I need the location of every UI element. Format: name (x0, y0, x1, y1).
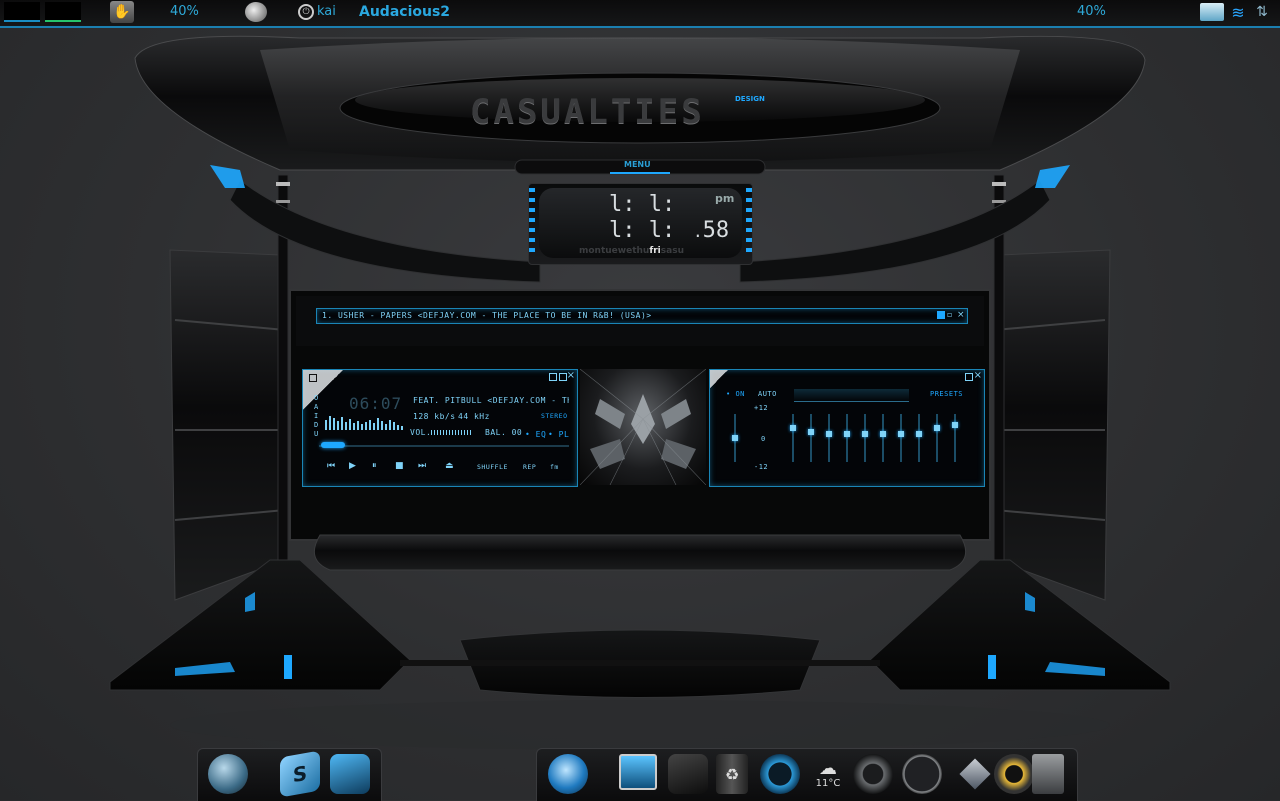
brand-subtitle: DESIGN (735, 95, 765, 103)
pause-icon[interactable]: ⏸ (372, 461, 377, 471)
menu-icon[interactable] (309, 374, 317, 382)
weather-icon[interactable]: ☁ 11°C (808, 754, 848, 794)
previous-icon[interactable]: ⏮ (327, 461, 335, 471)
eq-zero-label: 0 (761, 435, 766, 443)
photoshop-icon[interactable]: S (280, 750, 320, 798)
clock-icon[interactable] (902, 754, 942, 794)
eq-band-slider-3[interactable] (826, 414, 832, 462)
folder-dark-icon[interactable] (668, 754, 708, 794)
eq-band-slider-1-knob[interactable] (790, 425, 796, 431)
shuffle-button[interactable]: SHUFFLE (477, 463, 508, 471)
weather-temp: 11°C (815, 777, 841, 789)
eq-band-slider-4-knob[interactable] (844, 431, 850, 437)
seek-bar[interactable] (319, 445, 569, 447)
main-player-window: × OAIDU 06:07 FEAT. PITBULL <DEFJAY.COM … (302, 369, 578, 487)
eq-band-slider-2-knob[interactable] (808, 429, 814, 435)
fm-button[interactable]: fm (550, 463, 559, 471)
eq-band-slider-8[interactable] (916, 414, 922, 462)
clock-widget: l: l: pm l: l: .58 montuewethufrisasu (528, 183, 753, 265)
clock-ampm: pm (715, 192, 735, 205)
gauge-icon[interactable] (853, 754, 893, 794)
calculator-icon[interactable] (1032, 754, 1064, 794)
minimize-icon[interactable] (549, 373, 557, 381)
eq-preamp-slider[interactable] (732, 414, 738, 462)
eq-curve-graph (794, 389, 909, 402)
audio-icon[interactable] (994, 754, 1034, 794)
eq-auto-button[interactable]: AUTO (758, 390, 777, 398)
playlist-window[interactable]: 1. USHER - PAPERS <DEFJAY.COM - THE PLAC… (316, 308, 968, 324)
scrolling-title[interactable]: FEAT. PITBULL <DEFJAY.COM - THE (413, 396, 569, 405)
bitrate: 128 kb/s (413, 412, 456, 421)
folder-icon[interactable] (330, 754, 370, 794)
eq-minus-label: -12 (754, 463, 769, 471)
quicktime-icon[interactable] (760, 754, 800, 794)
equalizer-window: × • ON AUTO PRESETS +12 0 -12 (709, 369, 985, 487)
clock-hours: l: l: (609, 192, 676, 217)
eq-band-slider-1[interactable] (790, 414, 796, 462)
eq-band-slider-9[interactable] (934, 414, 940, 462)
pl-toggle-button[interactable]: • PL (548, 430, 569, 439)
users-icon[interactable] (208, 754, 248, 794)
next-icon[interactable]: ⏭ (418, 461, 426, 471)
mode-letters[interactable]: OAIDU (314, 394, 320, 439)
spectrum-visualizer[interactable] (325, 414, 403, 430)
eq-band-slider-5[interactable] (862, 414, 868, 462)
diamond-icon[interactable] (955, 754, 995, 794)
eq-on-button[interactable]: • ON (726, 390, 745, 398)
eq-band-slider-7-knob[interactable] (898, 431, 904, 437)
seek-handle[interactable] (321, 442, 345, 448)
monitor-icon[interactable] (619, 754, 657, 790)
play-icon[interactable]: ▶ (349, 461, 356, 471)
eq-band-slider-7[interactable] (898, 414, 904, 462)
playlist-play-icon[interactable] (937, 311, 945, 319)
eq-band-slider-4[interactable] (844, 414, 850, 462)
eq-plus-label: +12 (754, 404, 769, 412)
stop-icon[interactable]: ■ (395, 461, 404, 471)
eq-preamp-slider-knob[interactable] (732, 435, 738, 441)
eject-icon[interactable]: ⏏ (445, 461, 454, 471)
eq-band-slider-6-knob[interactable] (880, 431, 886, 437)
playlist-shade-icon[interactable]: ▫ (947, 311, 955, 319)
volume-slider[interactable] (431, 430, 473, 435)
balance-label[interactable]: BAL. 00 (485, 428, 522, 437)
firefox-icon[interactable] (548, 754, 588, 794)
stereo-indicator: STEREO (541, 412, 568, 420)
eq-band-slider-10[interactable] (952, 414, 958, 462)
playlist-entry[interactable]: 1. USHER - PAPERS <DEFJAY.COM - THE PLAC… (322, 311, 652, 320)
eq-presets-button[interactable]: PRESETS (930, 390, 963, 398)
clock-days: montuewethufrisasu (579, 246, 684, 256)
eq-toggle-button[interactable]: • EQ (525, 430, 546, 439)
eq-band-slider-3-knob[interactable] (826, 431, 832, 437)
clock-seconds: .58 (693, 218, 730, 243)
eq-shade-icon[interactable] (965, 373, 973, 381)
time-display[interactable]: 06:07 (349, 394, 402, 413)
volume-label: VOL. (410, 428, 432, 437)
eq-band-slider-6[interactable] (880, 414, 886, 462)
eq-band-slider-8-knob[interactable] (916, 431, 922, 437)
samplerate: 44 kHz (458, 412, 490, 421)
eq-band-slider-5-knob[interactable] (862, 431, 868, 437)
repeat-button[interactable]: REP (523, 463, 536, 471)
eq-band-slider-9-knob[interactable] (934, 425, 940, 431)
eq-close-icon[interactable]: × (974, 370, 982, 381)
close-icon[interactable]: × (567, 370, 575, 381)
menu-button[interactable]: MENU (624, 160, 651, 169)
playlist-close-icon[interactable]: × (957, 311, 965, 320)
brand-logo: CASUALTIES (470, 92, 705, 132)
album-art-visualization (580, 369, 706, 485)
trash-icon[interactable]: ♻ (716, 754, 748, 794)
eq-band-slider-2[interactable] (808, 414, 814, 462)
eq-band-slider-10-knob[interactable] (952, 422, 958, 428)
clock-minutes: l: l: (609, 218, 676, 243)
